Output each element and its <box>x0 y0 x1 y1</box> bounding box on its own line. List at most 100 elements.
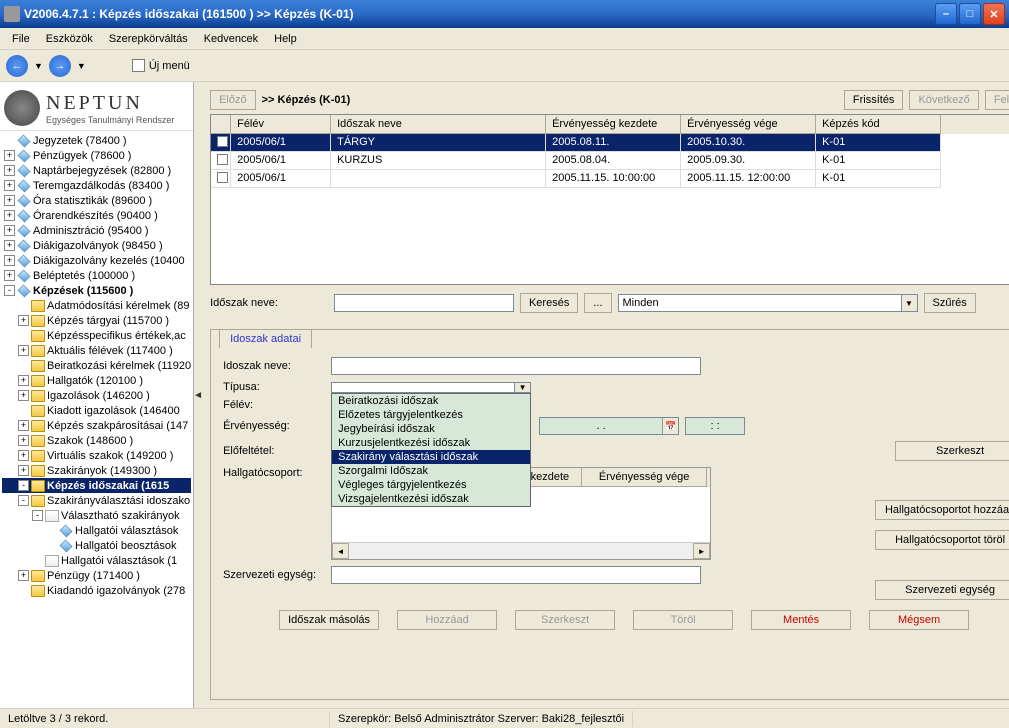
nav-forward-button[interactable]: → <box>49 55 71 77</box>
tree-item[interactable]: Hallgatói választások (1 <box>2 553 191 568</box>
dropdown-option[interactable]: Beiratkozási időszak <box>332 394 530 408</box>
delete-button[interactable]: Töröl <box>633 610 733 630</box>
search-button[interactable]: Keresés <box>520 293 578 313</box>
calendar-icon[interactable]: 📅 <box>662 418 678 434</box>
tree-toggle[interactable]: - <box>4 285 15 296</box>
menu-roleswitch[interactable]: Szerepkörváltás <box>101 30 196 48</box>
tree-toggle[interactable]: + <box>4 240 15 251</box>
tree-toggle[interactable]: + <box>18 450 29 461</box>
tree-toggle[interactable]: - <box>32 510 43 521</box>
tree-item[interactable]: +Adminisztráció (95400 ) <box>2 223 191 238</box>
tree-item[interactable]: Hallgatói beosztások <box>2 538 191 553</box>
tab-period-data[interactable]: Idoszak adatai <box>219 329 312 348</box>
refresh-button[interactable]: Frissítés <box>844 90 904 110</box>
tree-item[interactable]: Beiratkozási kérelmek (11920 <box>2 358 191 373</box>
tree-toggle[interactable]: + <box>18 375 29 386</box>
tree-item[interactable]: Jegyzetek (78400 ) <box>2 133 191 148</box>
tree-item[interactable]: +Képzés tárgyai (115700 ) <box>2 313 191 328</box>
filter-button[interactable]: Szűrés <box>924 293 976 313</box>
add-button[interactable]: Hozzáad <box>397 610 497 630</box>
tree-item[interactable]: +Virtuális szakok (149200 ) <box>2 448 191 463</box>
prev-button[interactable]: Előző <box>210 90 256 110</box>
tree-item[interactable]: Kiadandó igazolványok (278 <box>2 583 191 598</box>
tree-item[interactable]: -Választható szakirányok <box>2 508 191 523</box>
tree-item[interactable]: +Szakirányok (149300 ) <box>2 463 191 478</box>
grid-row[interactable]: 2005/06/12005.11.15. 10:00:002005.11.15.… <box>211 170 1009 188</box>
tree-toggle[interactable]: + <box>18 315 29 326</box>
dropdown-option[interactable]: Szorgalmi Időszak <box>332 464 530 478</box>
tree-item[interactable]: +Diákigazolvány kezelés (10400 <box>2 253 191 268</box>
navigation-tree[interactable]: Jegyzetek (78400 )+Pénzügyek (78600 )+Na… <box>0 131 193 708</box>
tree-item[interactable]: -Képzések (115600 ) <box>2 283 191 298</box>
name-input[interactable] <box>331 357 701 375</box>
tree-toggle[interactable]: + <box>4 255 15 266</box>
grid-row[interactable]: 2005/06/1KURZUS2005.08.04.2005.09.30.K-0… <box>211 152 1009 170</box>
validity-date-input[interactable]: . . 📅 <box>539 417 679 435</box>
up-button[interactable]: Fel <box>985 90 1009 110</box>
menu-file[interactable]: File <box>4 30 38 48</box>
row-checkbox[interactable] <box>217 172 228 183</box>
dropdown-option[interactable]: Előzetes tárgyjelentkezés <box>332 408 530 422</box>
maximize-button[interactable]: □ <box>959 3 981 25</box>
add-group-button[interactable]: Hallgatócsoportot hozzáad <box>875 500 1009 520</box>
tree-item[interactable]: +Képzés szakpárosításai (147 <box>2 418 191 433</box>
dropdown-option[interactable]: Kurzusjelentkezési időszak <box>332 436 530 450</box>
tree-item[interactable]: +Pénzügyek (78600 ) <box>2 148 191 163</box>
tree-toggle[interactable]: + <box>18 345 29 356</box>
cancel-button[interactable]: Mégsem <box>869 610 969 630</box>
new-menu-checkbox[interactable] <box>132 59 145 72</box>
tree-toggle[interactable]: + <box>18 465 29 476</box>
grid-header-semester[interactable]: Félév <box>231 115 331 134</box>
splitter[interactable]: ◄ <box>194 82 202 708</box>
tree-item[interactable]: +Órarendkészítés (90400 ) <box>2 208 191 223</box>
tree-item[interactable]: -Szakirányválasztási idoszako <box>2 493 191 508</box>
menu-tools[interactable]: Eszközök <box>38 30 101 48</box>
close-button[interactable]: ✕ <box>983 3 1005 25</box>
grid-header-training-code[interactable]: Képzés kód <box>816 115 941 134</box>
tree-toggle[interactable]: + <box>4 195 15 206</box>
dropdown-option[interactable]: Szakirány választási időszak <box>332 450 530 464</box>
org-input[interactable] <box>331 566 701 584</box>
tree-item[interactable]: +Beléptetés (100000 ) <box>2 268 191 283</box>
tree-item[interactable]: +Szakok (148600 ) <box>2 433 191 448</box>
scroll-left-button[interactable]: ◄ <box>332 543 349 559</box>
grid-header-period-name[interactable]: Időszak neve <box>331 115 546 134</box>
tree-item[interactable]: +Óra statisztikák (89600 ) <box>2 193 191 208</box>
tree-item[interactable]: +Aktuális félévek (117400 ) <box>2 343 191 358</box>
copy-period-button[interactable]: Időszak másolás <box>279 610 379 630</box>
tree-item[interactable]: Hallgatói választások <box>2 523 191 538</box>
row-checkbox[interactable] <box>217 136 228 147</box>
tree-item[interactable]: +Naptárbejegyzések (82800 ) <box>2 163 191 178</box>
tree-item[interactable]: +Hallgatók (120100 ) <box>2 373 191 388</box>
filter-dropdown[interactable]: Minden ▼ <box>618 294 918 312</box>
minimize-button[interactable]: – <box>935 3 957 25</box>
edit-button[interactable]: Szerkeszt <box>895 441 1009 461</box>
menu-favorites[interactable]: Kedvencek <box>196 30 266 48</box>
tree-toggle[interactable]: + <box>4 270 15 281</box>
tree-toggle[interactable]: + <box>18 390 29 401</box>
save-button[interactable]: Mentés <box>751 610 851 630</box>
type-dropdown[interactable]: ▼ <box>331 382 531 393</box>
nav-back-button[interactable]: ← <box>6 55 28 77</box>
tree-toggle[interactable]: + <box>4 165 15 176</box>
grid-header-valid-start[interactable]: Érvényesség kezdete <box>546 115 681 134</box>
tree-toggle[interactable]: - <box>18 480 29 491</box>
dropdown-option[interactable]: Vizsgajelentkezési időszak <box>332 492 530 506</box>
search-input[interactable] <box>334 294 514 312</box>
type-dropdown-list[interactable]: Beiratkozási időszakElőzetes tárgyjelent… <box>331 393 531 507</box>
delete-group-button[interactable]: Hallgatócsoportot töröl <box>875 530 1009 550</box>
tree-item[interactable]: Adatmódosítási kérelmek (89 <box>2 298 191 313</box>
tree-toggle[interactable]: + <box>18 570 29 581</box>
menu-help[interactable]: Help <box>266 30 305 48</box>
nav-forward-dropdown[interactable]: ▼ <box>75 61 88 71</box>
scroll-right-button[interactable]: ► <box>693 543 710 559</box>
search-more-button[interactable]: ... <box>584 293 611 313</box>
validity-time-input[interactable]: : : <box>685 417 745 435</box>
nav-back-dropdown[interactable]: ▼ <box>32 61 45 71</box>
next-button[interactable]: Következő <box>909 90 978 110</box>
grid-header-checkbox[interactable] <box>211 115 231 134</box>
grid-row[interactable]: 2005/06/1TÁRGY2005.08.11.2005.10.30.K-01 <box>211 134 1009 152</box>
dropdown-option[interactable]: Jegybeírási időszak <box>332 422 530 436</box>
tree-item[interactable]: Kiadott igazolások (146400 <box>2 403 191 418</box>
tree-toggle[interactable]: + <box>4 210 15 221</box>
